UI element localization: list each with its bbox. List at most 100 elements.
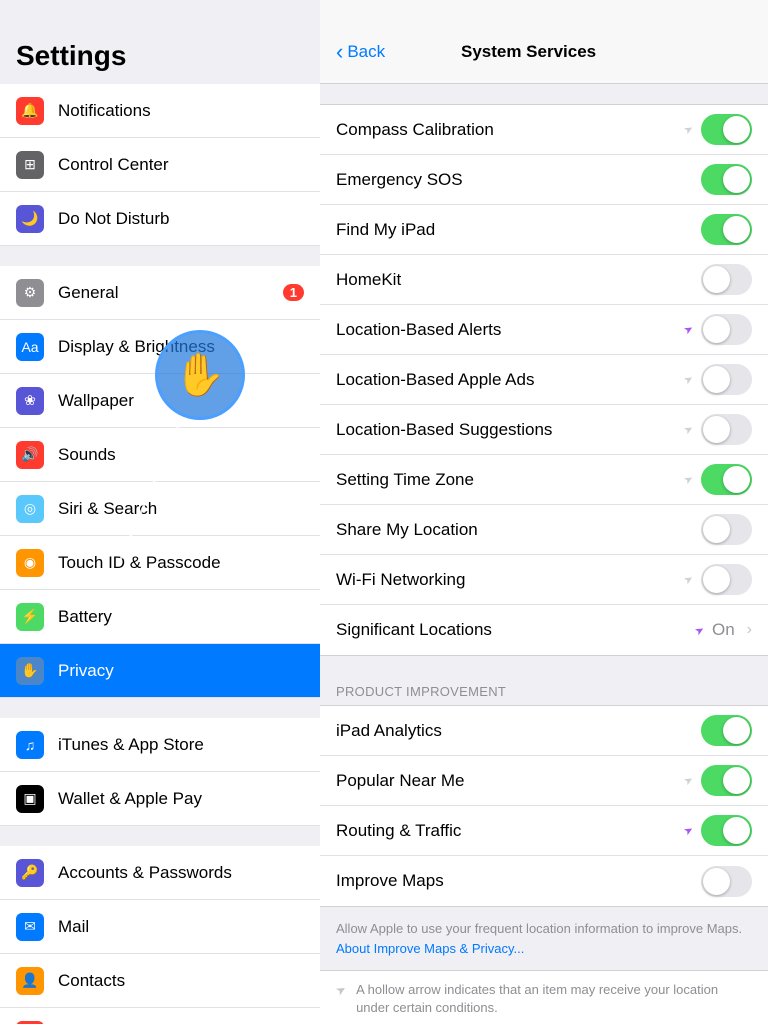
main-table-group: Compass Calibration➤Emergency SOSFind My… (320, 104, 768, 656)
sidebar-label-mail: Mail (58, 917, 304, 937)
sidebar-item-display[interactable]: Aa Display & Brightness (0, 320, 320, 374)
row-label-location-ads: Location-Based Apple Ads (336, 358, 684, 402)
sidebar-label-display: Display & Brightness (58, 337, 304, 357)
row-popular-near-me[interactable]: Popular Near Me➤ (320, 756, 768, 806)
row-right-location-ads: ➤ (684, 364, 752, 395)
toggle-switch[interactable] (701, 214, 752, 245)
row-find-ipad[interactable]: Find My iPad (320, 205, 768, 255)
toggle-knob (703, 366, 730, 393)
maps-footer-text: Allow Apple to use your frequent locatio… (336, 921, 742, 936)
gray-arrow-icon: ➤ (681, 572, 695, 588)
sidebar-label-battery: Battery (58, 607, 304, 627)
purple-arrow-icon: ➤ (681, 823, 695, 839)
row-compass[interactable]: Compass Calibration➤ (320, 105, 768, 155)
sidebar-label-siri: Siri & Search (58, 499, 304, 519)
row-improve-maps[interactable]: Improve Maps (320, 856, 768, 906)
sidebar-item-battery[interactable]: ⚡Battery (0, 590, 320, 644)
row-time-zone[interactable]: Setting Time Zone➤ (320, 455, 768, 505)
toggle-switch[interactable] (701, 364, 752, 395)
row-routing[interactable]: Routing & Traffic➤ (320, 806, 768, 856)
sidebar-label-notifications: Notifications (58, 101, 304, 121)
sidebar-item-sounds[interactable]: 🔊Sounds (0, 428, 320, 482)
sidebar-item-privacy[interactable]: ✋Privacy (0, 644, 320, 698)
row-label-share-location: Share My Location (336, 508, 701, 552)
sidebar-item-siri[interactable]: ◎Siri & Search (0, 482, 320, 536)
general-icon: ⚙ (16, 279, 44, 307)
back-button[interactable]: ‹ Back (336, 39, 385, 65)
sidebar-label-do-not-disturb: Do Not Disturb (58, 209, 304, 229)
maps-footer-link[interactable]: About Improve Maps & Privacy... (336, 941, 524, 956)
sidebar-item-control-center[interactable]: ⊞Control Center (0, 138, 320, 192)
sidebar-item-mail[interactable]: ✉Mail (0, 900, 320, 954)
toggle-knob (703, 266, 730, 293)
do-not-disturb-icon: 🌙 (16, 205, 44, 233)
toggle-switch[interactable] (701, 464, 752, 495)
toggle-knob (703, 566, 730, 593)
row-label-improve-maps: Improve Maps (336, 859, 701, 903)
maps-footer: Allow Apple to use your frequent locatio… (320, 907, 768, 970)
product-section: PRODUCT IMPROVEMENT iPad AnalyticsPopula… (320, 676, 768, 907)
sidebar-item-touch[interactable]: ◉Touch ID & Passcode (0, 536, 320, 590)
toggle-switch[interactable] (701, 164, 752, 195)
wallpaper-icon: ❀ (16, 387, 44, 415)
row-label-emergency: Emergency SOS (336, 158, 701, 202)
page-title: System Services (385, 42, 672, 62)
toggle-switch[interactable] (701, 514, 752, 545)
sidebar-separator (0, 698, 320, 718)
row-location-ads[interactable]: Location-Based Apple Ads➤ (320, 355, 768, 405)
toggle-knob (723, 767, 750, 794)
sidebar-item-calendar[interactable]: 📅Calendar (0, 1008, 320, 1024)
sidebar-item-notifications[interactable]: 🔔 Notifications (0, 84, 320, 138)
row-significant[interactable]: Significant Locations➤On› (320, 605, 768, 655)
itunes-icon: ♫ (16, 731, 44, 759)
row-right-location-alerts: ➤ (684, 314, 752, 345)
row-label-significant: Significant Locations (336, 608, 695, 652)
sidebar-item-general[interactable]: ⚙General1 (0, 266, 320, 320)
row-wifi[interactable]: Wi-Fi Networking➤ (320, 555, 768, 605)
row-location-suggestions[interactable]: Location-Based Suggestions➤ (320, 405, 768, 455)
legend-group: ➤A hollow arrow indicates that an item m… (320, 970, 768, 1024)
row-location-alerts[interactable]: Location-Based Alerts➤ (320, 305, 768, 355)
toggle-switch[interactable] (701, 715, 752, 746)
toggle-switch[interactable] (701, 765, 752, 796)
display-icon: Aa (16, 333, 44, 361)
row-emergency[interactable]: Emergency SOS (320, 155, 768, 205)
row-right-popular-near-me: ➤ (684, 765, 752, 796)
toggle-knob (723, 166, 750, 193)
sidebar-item-wallet[interactable]: ▣Wallet & Apple Pay (0, 772, 320, 826)
sidebar-label-general: General (58, 283, 283, 303)
toggle-switch[interactable] (701, 564, 752, 595)
toggle-knob (723, 116, 750, 143)
toggle-switch[interactable] (701, 866, 752, 897)
toggle-switch[interactable] (701, 114, 752, 145)
sidebar-item-accounts[interactable]: 🔑Accounts & Passwords (0, 846, 320, 900)
sidebar-label-control-center: Control Center (58, 155, 304, 175)
sidebar-item-contacts[interactable]: 👤Contacts (0, 954, 320, 1008)
row-ipad-analytics[interactable]: iPad Analytics (320, 706, 768, 756)
gray-arrow-icon: ➤ (681, 472, 695, 488)
row-label-compass: Compass Calibration (336, 108, 684, 152)
row-homekit[interactable]: HomeKit (320, 255, 768, 305)
scroll-content[interactable]: Compass Calibration➤Emergency SOSFind My… (320, 84, 768, 1024)
sidebar-item-itunes[interactable]: ♫iTunes & App Store (0, 718, 320, 772)
row-right-compass: ➤ (684, 114, 752, 145)
sidebar-label-accounts: Accounts & Passwords (58, 863, 304, 883)
toggle-switch[interactable] (701, 264, 752, 295)
touch-icon: ◉ (16, 549, 44, 577)
row-share-location[interactable]: Share My Location (320, 505, 768, 555)
toggle-switch[interactable] (701, 815, 752, 846)
main-section: Compass Calibration➤Emergency SOSFind My… (320, 104, 768, 656)
toggle-switch[interactable] (701, 314, 752, 345)
row-value-significant: On (712, 620, 735, 640)
sidebar-item-wallpaper[interactable]: ❀Wallpaper (0, 374, 320, 428)
sidebar-item-do-not-disturb[interactable]: 🌙 Do Not Disturb (0, 192, 320, 246)
row-right-homekit (701, 264, 752, 295)
row-label-ipad-analytics: iPad Analytics (336, 709, 701, 753)
notifications-icon: 🔔 (16, 97, 44, 125)
toggle-switch[interactable] (701, 414, 752, 445)
purple-arrow-icon: ➤ (681, 322, 695, 338)
product-table-group: iPad AnalyticsPopular Near Me➤Routing & … (320, 705, 768, 907)
gray-arrow-icon: ➤ (681, 422, 695, 438)
toggle-knob (723, 466, 750, 493)
row-label-routing: Routing & Traffic (336, 809, 684, 853)
